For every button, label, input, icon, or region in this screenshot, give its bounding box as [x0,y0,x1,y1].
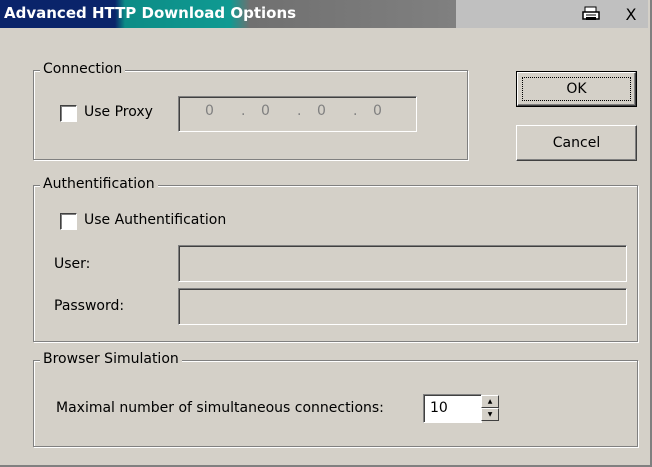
spin-down-icon: ▼ [487,410,493,418]
ip-separator: . [353,103,358,119]
max-connections-value: 10 [430,400,448,416]
proxy-ip-octet-1: 0 [205,103,214,119]
cancel-button-label: Cancel [552,135,601,151]
ok-button[interactable]: OK [516,71,637,107]
title-bar[interactable]: Advanced HTTP Download Options X [0,0,648,28]
focus-rectangle [522,77,631,101]
max-connections-input[interactable]: 10 [423,394,482,423]
ip-separator: . [297,103,302,119]
proxy-ip-octet-4: 0 [373,103,382,119]
authentication-group-label: Authentification [40,176,158,192]
user-label: User: [54,256,91,272]
close-button[interactable]: X [620,4,642,24]
spin-up-button[interactable]: ▲ [481,395,499,408]
close-icon: X [625,4,637,24]
proxy-ip-octet-3: 0 [317,103,326,119]
user-input[interactable] [178,245,627,282]
password-label: Password: [54,298,125,314]
use-authentication-checkbox[interactable] [60,213,77,230]
spin-down-button[interactable]: ▼ [481,408,499,421]
window-title: Advanced HTTP Download Options [4,4,297,22]
spin-up-icon: ▲ [487,397,493,405]
title-gradient: Advanced HTTP Download Options [0,0,456,28]
use-proxy-checkbox[interactable] [60,105,77,122]
browser-simulation-group-label: Browser Simulation [40,351,182,367]
proxy-ip-field[interactable]: 0 . 0 . 0 . 0 [178,96,417,132]
connection-group-label: Connection [40,61,126,77]
use-authentication-label: Use Authentification [84,212,227,228]
printer-icon[interactable] [580,4,602,24]
max-connections-label: Maximal number of simultaneous connectio… [56,400,384,416]
ip-separator: . [241,103,246,119]
dialog-window: Advanced HTTP Download Options X Connect… [0,0,652,467]
password-input[interactable] [178,288,627,325]
cancel-button[interactable]: Cancel [516,125,637,161]
use-proxy-label: Use Proxy [84,104,153,120]
proxy-ip-octet-2: 0 [261,103,270,119]
